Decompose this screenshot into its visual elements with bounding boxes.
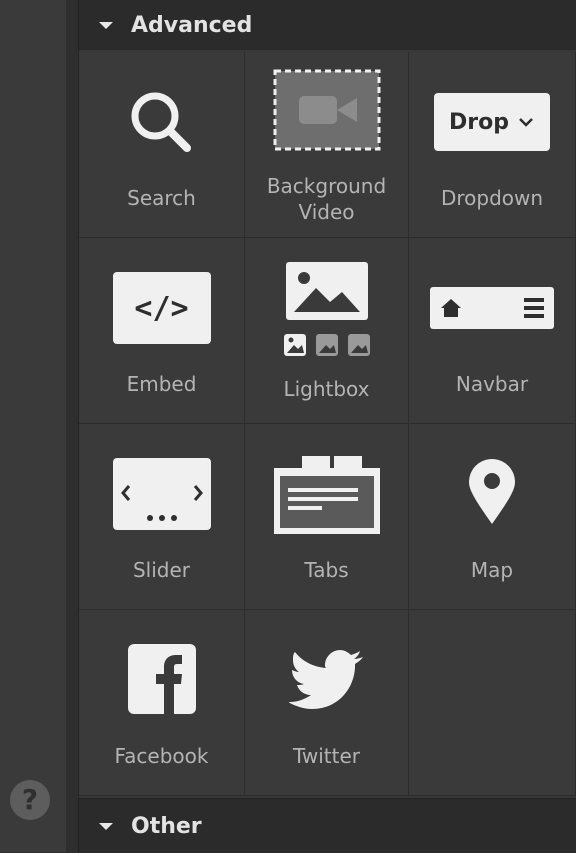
code-preview-text: </>	[134, 290, 189, 326]
element-label: Background Video	[266, 174, 387, 224]
element-label: Facebook	[114, 744, 209, 768]
empty-grid-slot	[409, 610, 576, 796]
dropdown-preview-text: Drop	[449, 109, 509, 135]
section-header-advanced[interactable]: Advanced	[79, 0, 576, 50]
element-map[interactable]: Map	[409, 424, 576, 610]
element-dropdown[interactable]: Drop Dropdown	[409, 52, 576, 238]
caret-down-icon	[99, 21, 113, 29]
panel-divider[interactable]	[66, 0, 79, 852]
element-slider[interactable]: Slider	[79, 424, 245, 610]
element-lightbox[interactable]: Lightbox	[245, 238, 409, 424]
element-label: Navbar	[455, 372, 529, 396]
chevron-down-icon	[519, 118, 533, 127]
element-label: Embed	[126, 372, 197, 396]
navbar-icon	[409, 286, 575, 330]
element-twitter[interactable]: Twitter	[245, 610, 409, 796]
element-search[interactable]: Search	[79, 52, 245, 238]
element-tabs[interactable]: Tabs	[245, 424, 409, 610]
facebook-icon	[79, 644, 244, 714]
element-label: Map	[470, 558, 514, 582]
section-header-other[interactable]: Other	[79, 798, 576, 853]
element-label: Lightbox	[283, 377, 370, 401]
twitter-icon	[245, 650, 408, 712]
map-pin-icon	[409, 458, 575, 526]
element-label: Dropdown	[440, 186, 544, 210]
element-label: Search	[127, 186, 196, 210]
element-navbar[interactable]: Navbar	[409, 238, 576, 424]
search-icon	[79, 88, 244, 158]
tabs-icon	[245, 456, 408, 534]
section-title: Advanced	[131, 12, 253, 38]
element-label: Tabs	[304, 558, 349, 582]
left-toolbar: ?	[0, 0, 67, 852]
slider-icon	[79, 458, 244, 530]
element-label: Twitter	[292, 744, 361, 768]
video-camera-icon	[245, 69, 408, 151]
image-gallery-icon	[245, 262, 408, 358]
element-embed[interactable]: </> Embed	[79, 238, 245, 424]
section-title: Other	[131, 813, 202, 839]
elements-grid: Search Background Video Drop Dropdown </…	[79, 52, 576, 796]
element-label: Slider	[132, 558, 191, 582]
element-background-video[interactable]: Background Video	[245, 52, 409, 238]
add-elements-panel: Advanced Search Background Video Drop Dr…	[79, 0, 576, 853]
caret-down-icon	[99, 822, 113, 830]
help-button[interactable]: ?	[10, 780, 50, 820]
dropdown-icon: Drop	[409, 93, 575, 151]
code-icon: </>	[79, 272, 244, 344]
element-facebook[interactable]: Facebook	[79, 610, 245, 796]
